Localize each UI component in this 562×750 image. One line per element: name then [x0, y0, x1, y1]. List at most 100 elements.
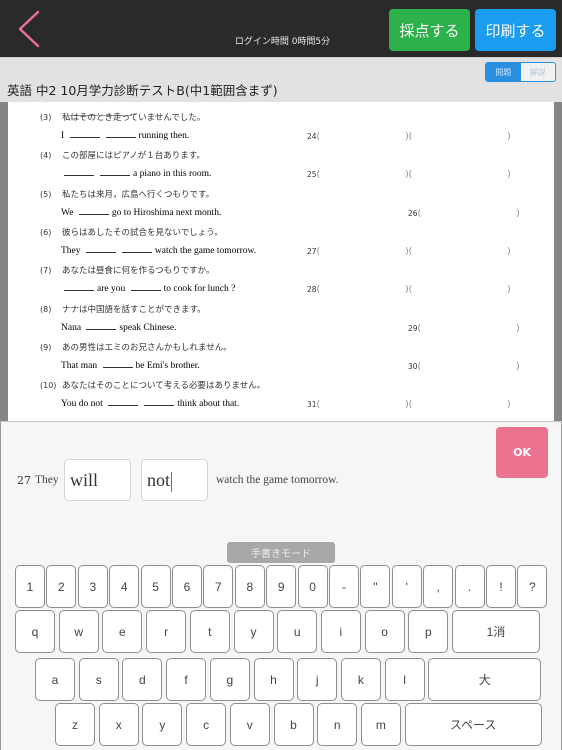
key-v[interactable]: v: [229, 703, 270, 746]
print-button[interactable]: 印刷する: [475, 9, 556, 51]
key-f[interactable]: f: [166, 658, 207, 701]
answer-blank: [64, 168, 94, 177]
chevron-left-icon: [18, 10, 40, 48]
key-symbol[interactable]: !: [486, 565, 516, 608]
key-symbol[interactable]: ?: [517, 565, 548, 608]
answer-input-1-value: will: [70, 470, 99, 490]
answer-slot[interactable]: 29(): [408, 324, 520, 334]
question-text: あなたはそのことについて考える必要はありません。: [62, 381, 266, 392]
key-symbol[interactable]: ": [360, 565, 391, 608]
key-symbol[interactable]: .: [454, 565, 485, 608]
parenthesis: (: [316, 132, 321, 142]
key-c[interactable]: c: [186, 703, 227, 746]
title-bar: 英語 中2 10月学力診断テストB(中1範囲含まず) 問題 解説: [0, 57, 562, 102]
shift-key[interactable]: 大: [428, 658, 542, 701]
parenthesis: (: [417, 323, 422, 334]
answer-blank: [102, 360, 133, 368]
key-b[interactable]: b: [273, 703, 314, 746]
question-text: この部屋にはピアノが１台あります。: [62, 151, 205, 162]
key-d[interactable]: d: [122, 658, 163, 701]
answer-slot-number: 30: [408, 361, 418, 371]
key-0[interactable]: 0: [297, 565, 328, 608]
answer-slot[interactable]: 25()(): [307, 170, 511, 180]
top-bar: ログイン時間 0時間5分 採点する 印刷する: [0, 0, 562, 57]
key-symbol[interactable]: -: [329, 565, 359, 608]
answer-blank: [85, 245, 116, 253]
key-8[interactable]: 8: [234, 565, 265, 608]
parenthesis: ): [516, 361, 520, 372]
key-x[interactable]: x: [98, 703, 139, 746]
key-h[interactable]: h: [253, 658, 294, 701]
sentence-text: That man: [61, 360, 100, 371]
sentence-text: Nana: [61, 322, 84, 333]
parenthesis: )(: [405, 132, 413, 142]
key-n[interactable]: n: [317, 703, 358, 746]
test-paper: (3) 私はそのとき走っていませんでした。 I running then. 24()…: [8, 102, 554, 422]
key-symbol[interactable]: ': [391, 565, 422, 608]
question-number: (8): [40, 304, 52, 314]
key-9[interactable]: 9: [266, 565, 297, 608]
parenthesis: )(: [405, 400, 413, 411]
sentence-text: are you: [97, 284, 128, 295]
key-2[interactable]: 2: [46, 565, 77, 608]
key-l[interactable]: l: [384, 658, 425, 701]
answer-slot[interactable]: 31()(): [307, 400, 511, 410]
ok-button[interactable]: OK: [496, 427, 548, 478]
parenthesis: )(: [405, 246, 413, 257]
question-english: I running then.: [61, 130, 189, 141]
sentence-text: go to Hiroshima next month.: [111, 207, 222, 218]
key-r[interactable]: r: [146, 610, 187, 653]
tab-problem[interactable]: 問題: [486, 63, 521, 81]
answer-blank: [105, 130, 136, 138]
question-japanese: (8) ナナは中国語を話すことができます。: [40, 303, 206, 315]
login-time: ログイン時間 0時間5分: [234, 37, 331, 47]
text-cursor: [171, 471, 173, 492]
backspace-key[interactable]: 1消: [452, 610, 540, 653]
key-1[interactable]: 1: [15, 565, 45, 608]
key-5[interactable]: 5: [140, 565, 171, 608]
document-viewer[interactable]: (3) 私はそのとき走っていませんでした。 I running then. 24()…: [0, 102, 562, 422]
key-4[interactable]: 4: [109, 565, 140, 608]
key-k[interactable]: k: [340, 658, 381, 701]
key-y[interactable]: y: [233, 610, 274, 653]
answer-input-1[interactable]: will: [64, 459, 131, 501]
key-y[interactable]: y: [142, 703, 183, 746]
answer-input-2[interactable]: not: [141, 459, 208, 501]
key-u[interactable]: u: [277, 610, 318, 653]
key-z[interactable]: z: [55, 703, 95, 746]
key-t[interactable]: t: [189, 610, 230, 653]
key-6[interactable]: 6: [172, 565, 202, 608]
key-7[interactable]: 7: [203, 565, 234, 608]
answer-blank: [78, 207, 109, 215]
parenthesis: (: [316, 400, 321, 411]
sentence-text: think about that.: [177, 399, 240, 410]
key-m[interactable]: m: [360, 703, 401, 746]
answer-slot[interactable]: 28()(): [307, 285, 511, 295]
answer-slot-number: 26: [408, 208, 418, 218]
page-title: 英語 中2 10月学力診断テストB(中1範囲含まず): [7, 83, 278, 98]
space-key[interactable]: スペース: [404, 703, 542, 746]
back-button[interactable]: [14, 10, 44, 48]
key-g[interactable]: g: [209, 658, 250, 701]
answer-slot[interactable]: 30(): [408, 362, 520, 372]
handwriting-mode-button[interactable]: 手書きモード: [227, 542, 335, 563]
key-symbol[interactable]: ,: [423, 565, 454, 608]
answer-slot[interactable]: 24()(): [307, 132, 511, 142]
answer-slot[interactable]: 27()(): [307, 247, 511, 257]
key-a[interactable]: a: [35, 658, 75, 701]
key-e[interactable]: e: [102, 610, 143, 653]
key-3[interactable]: 3: [77, 565, 108, 608]
score-button[interactable]: 採点する: [389, 9, 470, 51]
key-q[interactable]: q: [15, 610, 55, 653]
parenthesis: ): [516, 208, 520, 219]
key-p[interactable]: p: [408, 610, 449, 653]
tab-explanation[interactable]: 解説: [520, 63, 555, 81]
key-w[interactable]: w: [58, 610, 99, 653]
key-o[interactable]: o: [364, 610, 405, 653]
parenthesis: (: [417, 361, 422, 372]
key-i[interactable]: i: [320, 610, 361, 653]
key-s[interactable]: s: [78, 658, 119, 701]
answer-slot[interactable]: 26(): [408, 209, 520, 219]
question-text: あなたは昼食に何を作るつもりですか。: [62, 266, 215, 277]
key-j[interactable]: j: [297, 658, 338, 701]
